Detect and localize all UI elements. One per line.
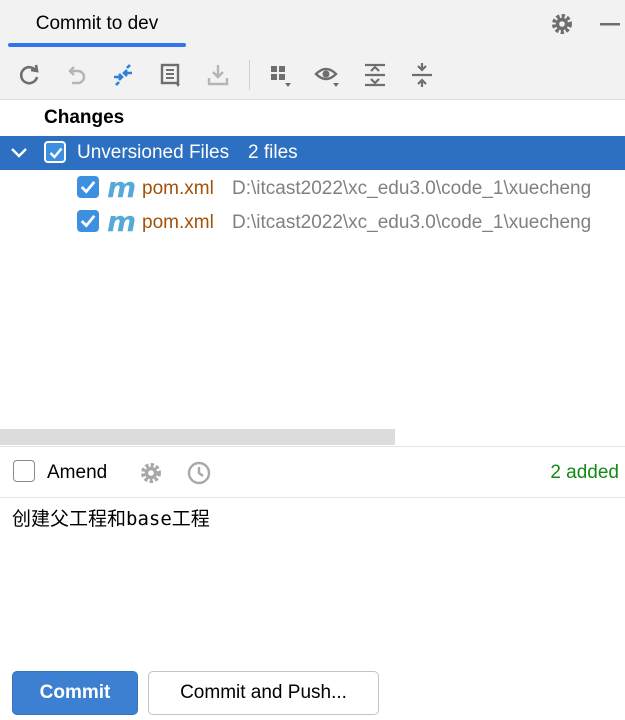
commit-button[interactable]: Commit [12,671,138,715]
rollback-icon[interactable] [63,62,89,88]
commit-and-push-button[interactable]: Commit and Push... [148,671,379,715]
changes-status: 2 added [550,462,619,483]
list-item[interactable]: m pom.xml D:\itcast2022\xc_edu3.0\code_1… [0,171,625,205]
chevron-down-icon[interactable] [10,145,28,161]
tab-commit[interactable]: Commit to dev [8,0,186,48]
file-path: D:\itcast2022\xc_edu3.0\code_1\xuecheng [232,178,592,199]
shelve-icon[interactable] [158,62,184,88]
group-checkbox[interactable] [44,141,66,163]
tab-active-indicator [8,43,186,47]
history-clock-icon[interactable] [186,460,212,486]
gear-icon[interactable] [550,12,574,36]
expand-all-icon[interactable] [362,62,388,88]
show-options-icon[interactable] [314,62,340,88]
maven-icon: m [107,205,137,238]
commit-options-gear-icon[interactable] [139,461,163,485]
file-checkbox[interactable] [77,210,99,232]
file-name: pom.xml [142,178,214,199]
tool-window-header: Commit to dev [0,0,625,50]
commit-message-input[interactable]: 创建父工程和base工程 [12,504,210,531]
minimize-icon[interactable] [598,12,622,36]
group-by-icon[interactable] [268,62,294,88]
file-name: pom.xml [142,212,214,233]
collapse-all-icon[interactable] [409,62,435,88]
amend-checkbox[interactable] [13,460,35,482]
file-path: D:\itcast2022\xc_edu3.0\code_1\xuecheng [232,212,592,233]
maven-icon: m [107,171,137,204]
refresh-icon[interactable] [16,62,42,88]
group-file-count: 2 files [248,142,298,163]
commit-toolbar [0,50,625,100]
tab-label: Commit to dev [35,13,159,34]
group-row-unversioned[interactable]: Unversioned Files 2 files [0,136,625,170]
horizontal-scrollbar[interactable] [0,429,395,445]
diff-icon[interactable] [110,62,136,88]
list-item[interactable]: m pom.xml D:\itcast2022\xc_edu3.0\code_1… [0,205,625,239]
changes-title: Changes [44,107,125,128]
toolbar-separator [249,60,250,90]
file-checkbox[interactable] [77,176,99,198]
download-icon[interactable] [205,62,231,88]
amend-label: Amend [47,462,108,483]
group-label: Unversioned Files [77,142,230,163]
amend-bar: Amend 2 added [0,446,625,498]
